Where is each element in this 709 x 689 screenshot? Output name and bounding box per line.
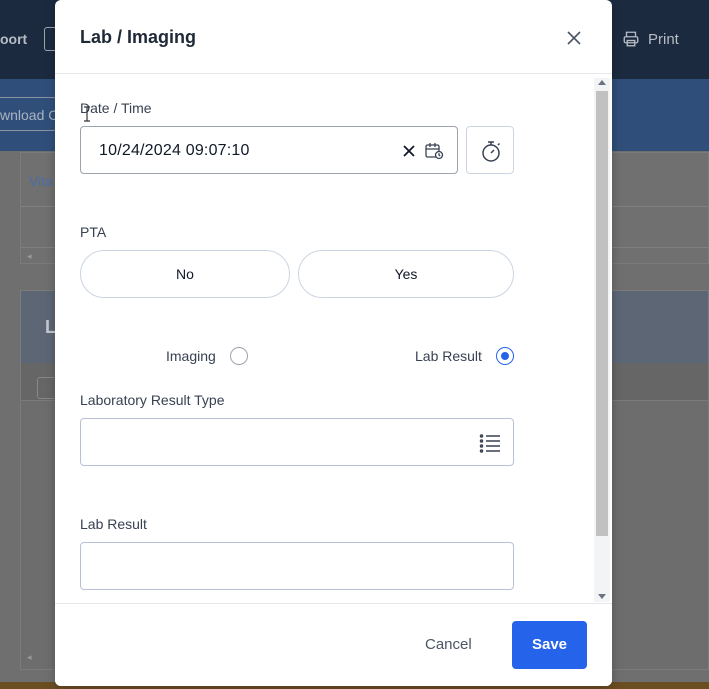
imaging-radio-option[interactable]: Imaging [166,347,248,365]
close-icon [567,31,581,45]
date-time-value: 10/24/2024 09:07:10 [99,142,250,159]
lab-result-radio-option[interactable]: Lab Result [415,347,514,365]
lab-result-input[interactable] [80,542,514,590]
dialog-footer: Cancel Save [55,603,612,686]
pta-label: PTA [80,224,107,240]
scroll-up-icon[interactable] [598,80,606,85]
clear-icon[interactable] [401,143,417,159]
topbar-partial-text: oort [0,31,28,47]
date-time-input[interactable]: 10/24/2024 09:07:10 [80,126,458,174]
imaging-radio-label: Imaging [166,348,216,364]
dialog-title: Lab / Imaging [80,27,197,47]
lab-imaging-dialog: Lab / Imaging Date / Time 10/24/2024 09:… [55,0,612,686]
dialog-scrollbar[interactable] [594,78,610,602]
lab-result-label: Lab Result [80,516,147,532]
save-button[interactable]: Save [512,621,587,669]
stopwatch-icon [482,141,501,162]
dialog-body: Date / Time 10/24/2024 09:07:10 PTA No Y… [55,74,612,603]
lab-result-radio-label: Lab Result [415,348,482,364]
close-button[interactable] [562,26,586,50]
calendar-clock-icon[interactable] [424,141,444,161]
lab-result-type-select[interactable] [80,418,514,466]
list-icon[interactable] [479,433,501,453]
printer-icon [623,31,639,47]
scroll-down-icon[interactable] [598,594,606,599]
lab-result-radio[interactable] [495,347,514,365]
download-partial-text: wnload C [0,107,59,123]
stopwatch-button[interactable] [466,126,514,174]
print-button[interactable]: Print [622,30,679,48]
lab-result-type-label: Laboratory Result Type [80,392,225,408]
imaging-radio[interactable] [229,347,248,365]
cancel-button[interactable]: Cancel [425,636,472,653]
print-label: Print [648,30,679,48]
tab-vitals: Vita [29,173,53,189]
pta-no-button[interactable]: No [80,250,290,298]
text-cursor-icon [84,106,90,122]
dialog-header: Lab / Imaging [55,0,612,74]
checkbox-outline [37,377,57,399]
pta-yes-button[interactable]: Yes [298,250,514,298]
scrollbar-thumb[interactable] [596,91,608,536]
